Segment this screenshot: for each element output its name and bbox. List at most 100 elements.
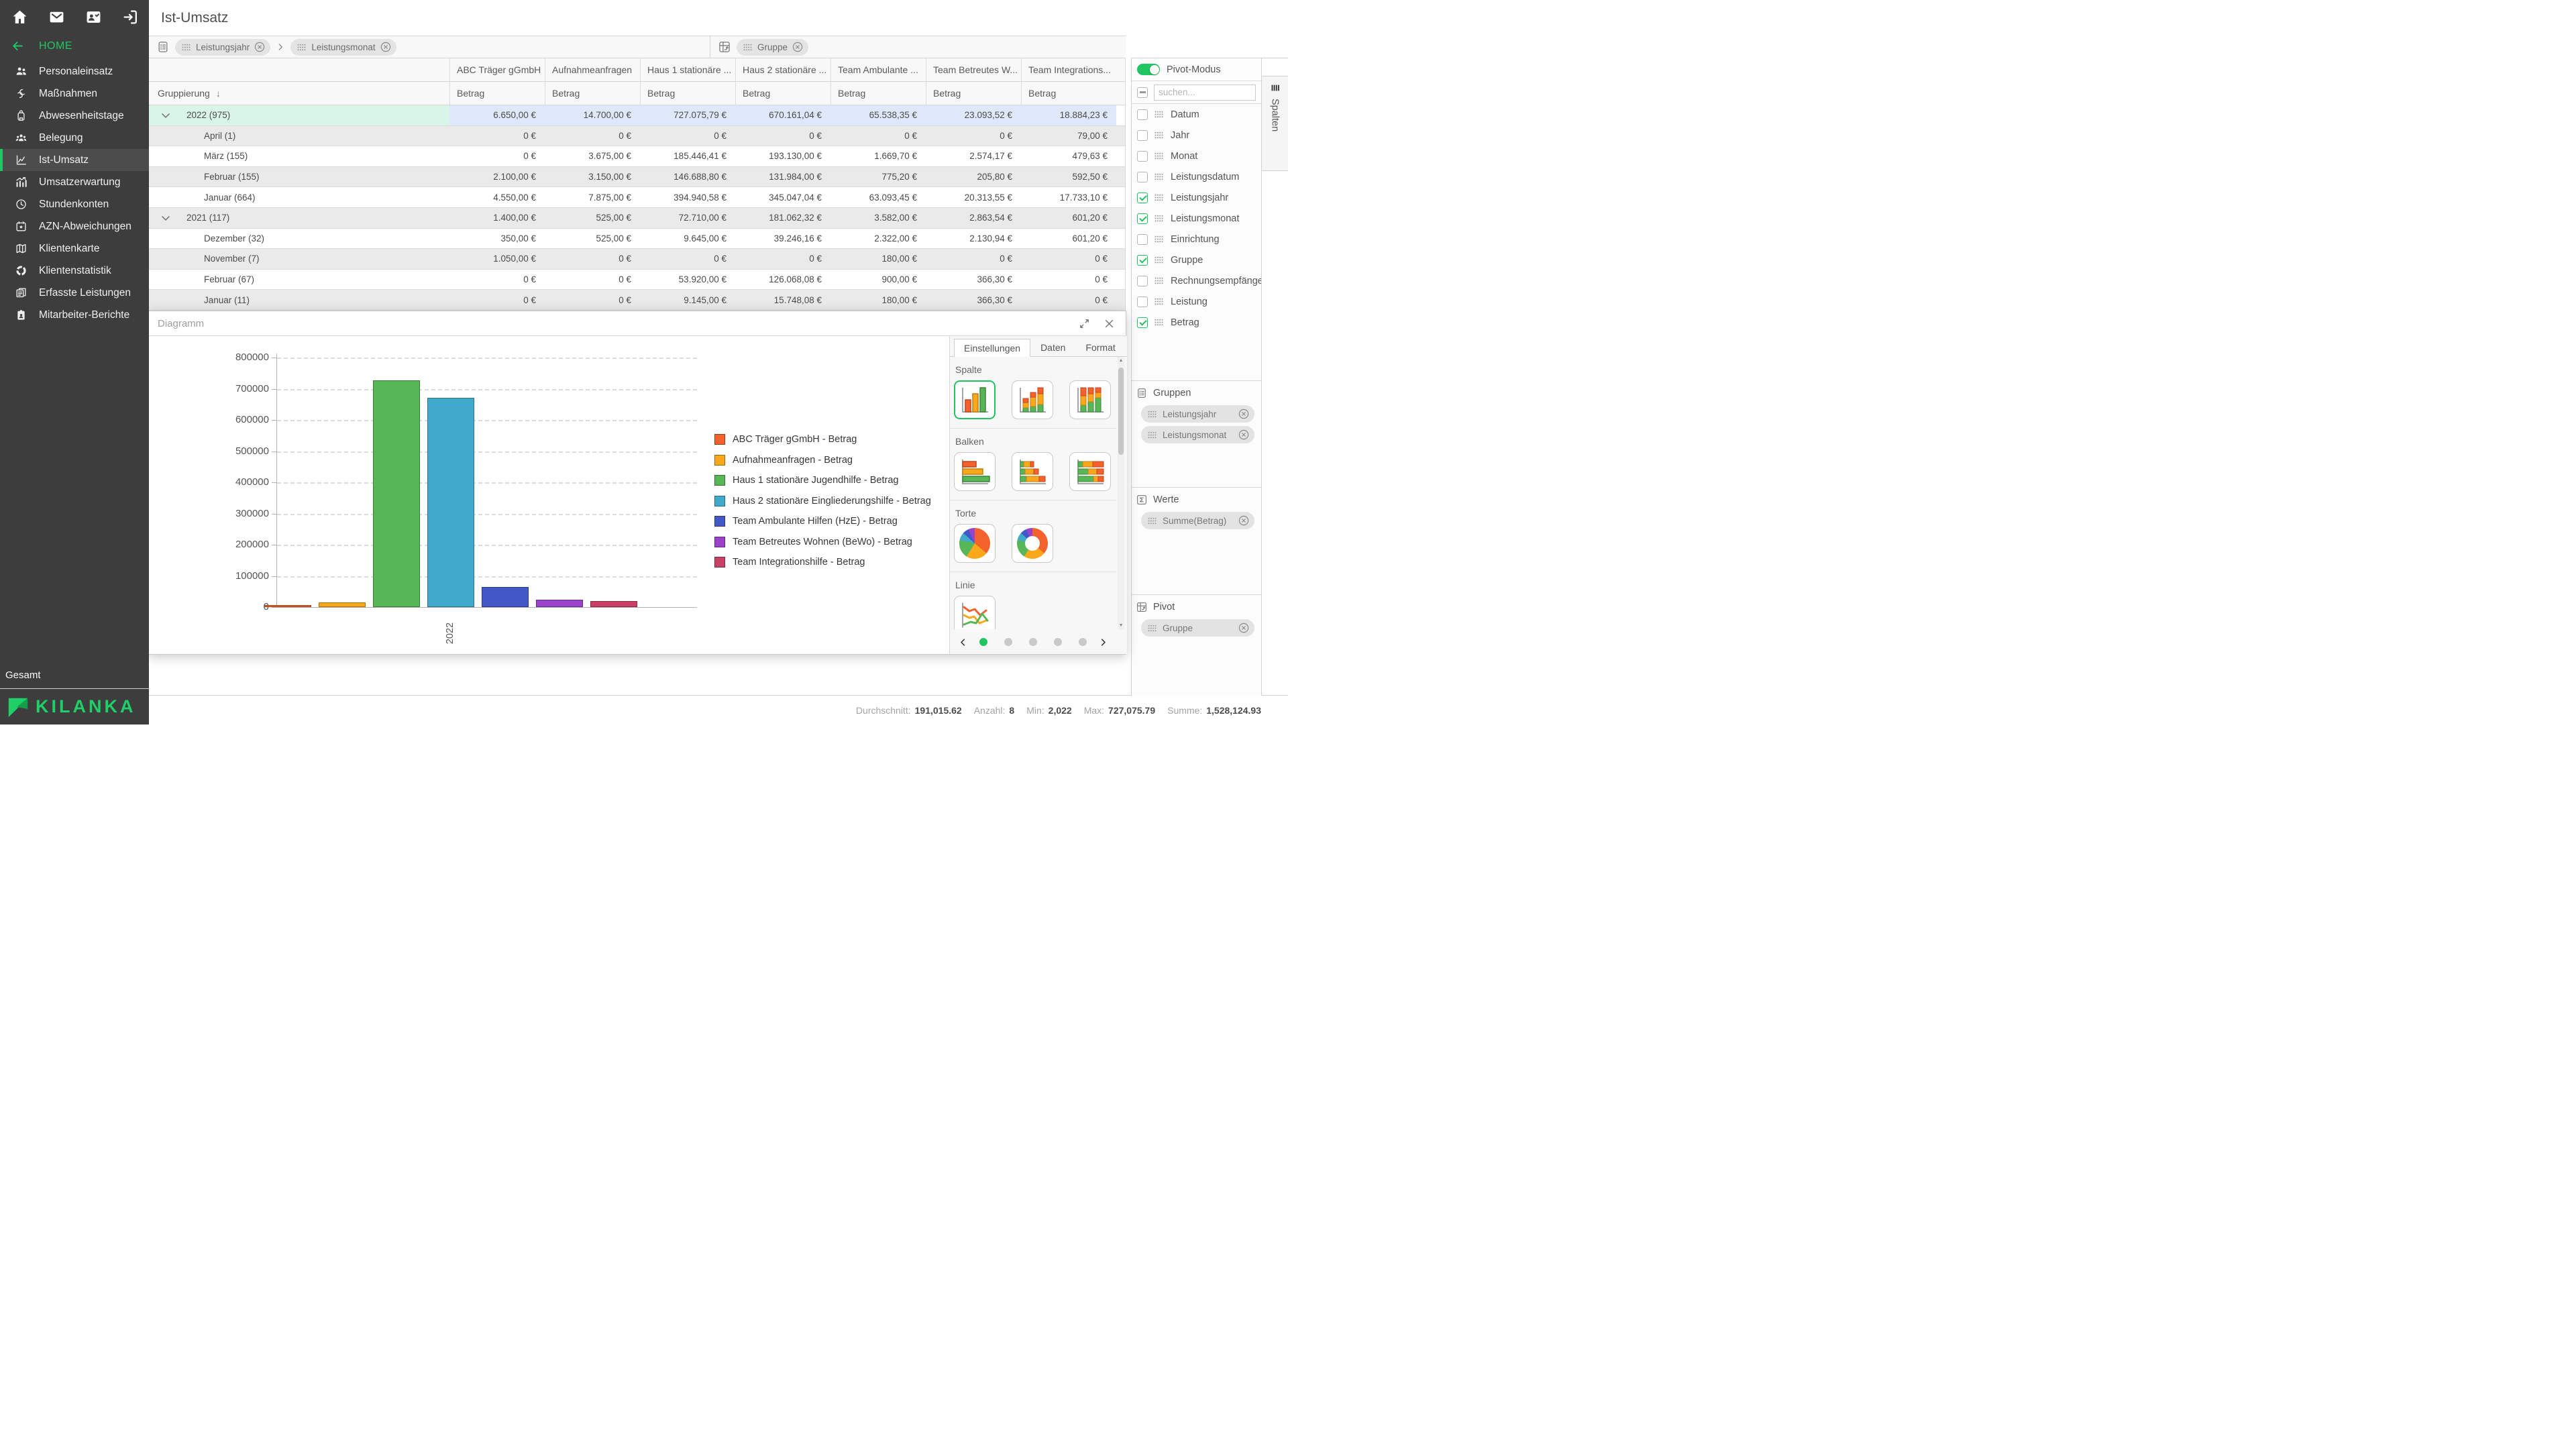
value-column-header[interactable]: Betrag xyxy=(545,82,640,105)
chart-bar-haus-1-stationäre-jugendhilfe-betrag[interactable] xyxy=(373,380,420,607)
sidebar-home[interactable]: HOME xyxy=(0,25,149,52)
legend-item-team-betreutes-wohnen-bewo-betrag[interactable]: Team Betreutes Wohnen (BeWo) - Betrag xyxy=(714,537,931,547)
checkbox-checked[interactable] xyxy=(1137,317,1148,328)
value-column-header[interactable]: Betrag xyxy=(735,82,830,105)
scrollbar-thumb[interactable] xyxy=(1118,368,1124,455)
logout-icon[interactable] xyxy=(122,9,139,25)
checkbox-unchecked[interactable] xyxy=(1137,276,1148,286)
sidebar-item-umsatzerwartung[interactable]: Umsatzerwartung xyxy=(0,171,149,193)
settings-scrollbar[interactable]: ▲ ▼ xyxy=(1118,357,1124,629)
checkbox-checked[interactable] xyxy=(1137,193,1148,203)
chart-bar-haus-2-stationäre-eingliederungshilfe-betrag[interactable] xyxy=(427,398,474,607)
scroll-up-icon[interactable]: ▲ xyxy=(1118,358,1124,363)
value-column-header[interactable]: Betrag xyxy=(449,82,545,105)
pager-dot-3[interactable] xyxy=(1029,638,1037,646)
table-row-märz-155[interactable]: März (155)0 €3.675,00 €185.446,41 €193.1… xyxy=(149,146,1125,167)
pager-dot-4[interactable] xyxy=(1054,638,1062,646)
sidebar-item-stundenkonten[interactable]: Stundenkonten xyxy=(0,193,149,215)
chart-type-line[interactable] xyxy=(954,596,996,629)
column-group-header-team-ambulante[interactable]: Team Ambulante ... xyxy=(830,58,926,81)
tab-daten[interactable]: Daten xyxy=(1030,339,1075,356)
table-row-dezember-32[interactable]: Dezember (32)350,00 €525,00 €9.645,00 €3… xyxy=(149,229,1125,250)
legend-item-team-integrationshilfe-betrag[interactable]: Team Integrationshilfe - Betrag xyxy=(714,557,931,568)
checkbox-unchecked[interactable] xyxy=(1137,172,1148,182)
column-group-header-haus-1-stationäre[interactable]: Haus 1 stationäre ... xyxy=(640,58,735,81)
chip-leistungsjahr[interactable]: Leistungsjahr xyxy=(1141,405,1254,423)
close-icon[interactable] xyxy=(1104,318,1115,329)
checkbox-unchecked[interactable] xyxy=(1137,130,1148,141)
home-icon[interactable] xyxy=(11,9,28,25)
chart-type-donut[interactable] xyxy=(1012,524,1053,563)
sidebar-item-belegung[interactable]: Belegung xyxy=(0,127,149,149)
chart-type-bar-normalized[interactable] xyxy=(1069,452,1111,491)
remove-chip-icon[interactable] xyxy=(1238,515,1249,526)
legend-item-team-ambulante-hilfen-hze-betrag[interactable]: Team Ambulante Hilfen (HzE) - Betrag xyxy=(714,516,931,527)
sidebar-item-erfasste-leistungen[interactable]: Erfasste Leistungen xyxy=(0,282,149,304)
chart-bar-team-integrationshilfe-betrag[interactable] xyxy=(590,601,637,607)
sidebar-item-maßnahmen[interactable]: Maßnahmen xyxy=(0,83,149,105)
chip-leistungsjahr[interactable]: Leistungsjahr xyxy=(175,39,270,56)
chart-type-bar-stacked[interactable] xyxy=(1012,452,1053,491)
value-column-header[interactable]: Betrag xyxy=(830,82,926,105)
column-group-header-abc-träger-ggmbh[interactable]: ABC Träger gGmbH xyxy=(449,58,545,81)
chart-dialog-header[interactable]: Diagramm xyxy=(148,311,1126,336)
column-group-header-aufnahmeanfragen[interactable]: Aufnahmeanfragen xyxy=(545,58,640,81)
sidebar-item-ist-umsatz[interactable]: Ist-Umsatz xyxy=(0,149,149,171)
chart-bar-aufnahmeanfragen-betrag[interactable] xyxy=(319,602,366,607)
checkbox-checked[interactable] xyxy=(1137,213,1148,224)
legend-item-aufnahmeanfragen-betrag[interactable]: Aufnahmeanfragen - Betrag xyxy=(714,455,931,466)
expand-chevron-icon[interactable] xyxy=(159,109,172,122)
checkbox-unchecked[interactable] xyxy=(1137,151,1148,162)
value-column-header[interactable]: Betrag xyxy=(926,82,1021,105)
chart-type-column-stacked[interactable] xyxy=(1012,380,1053,419)
chart-type-column-normalized[interactable] xyxy=(1069,380,1111,419)
checkbox-unchecked[interactable] xyxy=(1137,234,1148,245)
checkbox-unchecked[interactable] xyxy=(1137,297,1148,307)
remove-chip-icon[interactable] xyxy=(1238,623,1249,633)
select-all-checkbox[interactable] xyxy=(1137,87,1148,98)
table-row-2021-117[interactable]: 2021 (117)1.400,00 €525,00 €72.710,00 €1… xyxy=(149,208,1125,229)
remove-chip-icon[interactable] xyxy=(1238,409,1249,419)
legend-item-abc-träger-ggmbh-betrag[interactable]: ABC Träger gGmbH - Betrag xyxy=(714,434,931,445)
pivot-mode-toggle[interactable] xyxy=(1137,64,1160,75)
mail-icon[interactable] xyxy=(48,9,65,25)
legend-item-haus-2-stationäre-eingliederungshilfe-betrag[interactable]: Haus 2 stationäre Eingliederungshilfe - … xyxy=(714,496,931,506)
table-row-2022-975[interactable]: 2022 (975)6.650,00 €14.700,00 €727.075,7… xyxy=(149,105,1125,126)
column-group-header-haus-2-stationäre[interactable]: Haus 2 stationäre ... xyxy=(735,58,830,81)
column-search-input[interactable] xyxy=(1154,85,1256,101)
value-column-header[interactable]: Betrag xyxy=(1021,82,1116,105)
remove-chip-icon[interactable] xyxy=(792,42,803,52)
sidebar-item-personaleinsatz[interactable]: Personaleinsatz xyxy=(0,60,149,83)
table-row-februar-155[interactable]: Februar (155)2.100,00 €3.150,00 €146.688… xyxy=(149,167,1125,188)
tab-spalten[interactable]: Spalten xyxy=(1262,76,1288,171)
column-group-header-team-betreutes-w[interactable]: Team Betreutes W... xyxy=(926,58,1021,81)
table-row-november-7[interactable]: November (7)1.050,00 €0 €0 €0 €180,00 €0… xyxy=(149,249,1125,270)
pager-prev-icon[interactable] xyxy=(958,637,968,647)
column-group-header-team-integrations[interactable]: Team Integrations... xyxy=(1021,58,1116,81)
legend-item-haus-1-stationäre-jugendhilfe-betrag[interactable]: Haus 1 stationäre Jugendhilfe - Betrag xyxy=(714,475,931,486)
chip-summe-betrag[interactable]: Summe(Betrag) xyxy=(1141,512,1254,529)
sidebar-item-mitarbeiter-berichte[interactable]: Mitarbeiter-Berichte xyxy=(0,304,149,326)
expand-icon[interactable] xyxy=(1079,318,1090,329)
table-row-februar-67[interactable]: Februar (67)0 €0 €53.920,00 €126.068,08 … xyxy=(149,270,1125,290)
pager-dot-5[interactable] xyxy=(1079,638,1087,646)
table-row-april-1[interactable]: April (1)0 €0 €0 €0 €0 €0 €79,00 € xyxy=(149,126,1125,147)
sidebar-item-klientenstatistik[interactable]: Klientenstatistik xyxy=(0,260,149,282)
expand-chevron-icon[interactable] xyxy=(159,211,172,225)
group-column-header[interactable]: Gruppierung↓ xyxy=(149,82,449,105)
value-column-header[interactable]: Betrag xyxy=(640,82,735,105)
pager-dot-1[interactable] xyxy=(979,638,987,646)
tab-einstellungen[interactable]: Einstellungen xyxy=(954,339,1030,357)
pager-dot-2[interactable] xyxy=(1004,638,1012,646)
table-row-januar-664[interactable]: Januar (664)4.550,00 €7.875,00 €394.940,… xyxy=(149,187,1125,208)
sidebar-item-abwesenheitstage[interactable]: Abwesenheitstage xyxy=(0,105,149,127)
chip-gruppe[interactable]: Gruppe xyxy=(1141,619,1254,637)
sidebar-item-azn-abweichungen[interactable]: AZN-Abweichungen xyxy=(0,215,149,237)
pager-next-icon[interactable] xyxy=(1098,637,1108,647)
scroll-down-icon[interactable]: ▼ xyxy=(1118,623,1124,628)
chip-leistungsmonat[interactable]: Leistungsmonat xyxy=(290,39,396,56)
chart-type-bar-grouped[interactable] xyxy=(954,452,996,491)
chart-bar-team-betreutes-wohnen-bewo-betrag[interactable] xyxy=(536,600,583,607)
contacts-icon[interactable] xyxy=(85,9,102,25)
tab-format[interactable]: Format xyxy=(1075,339,1125,356)
